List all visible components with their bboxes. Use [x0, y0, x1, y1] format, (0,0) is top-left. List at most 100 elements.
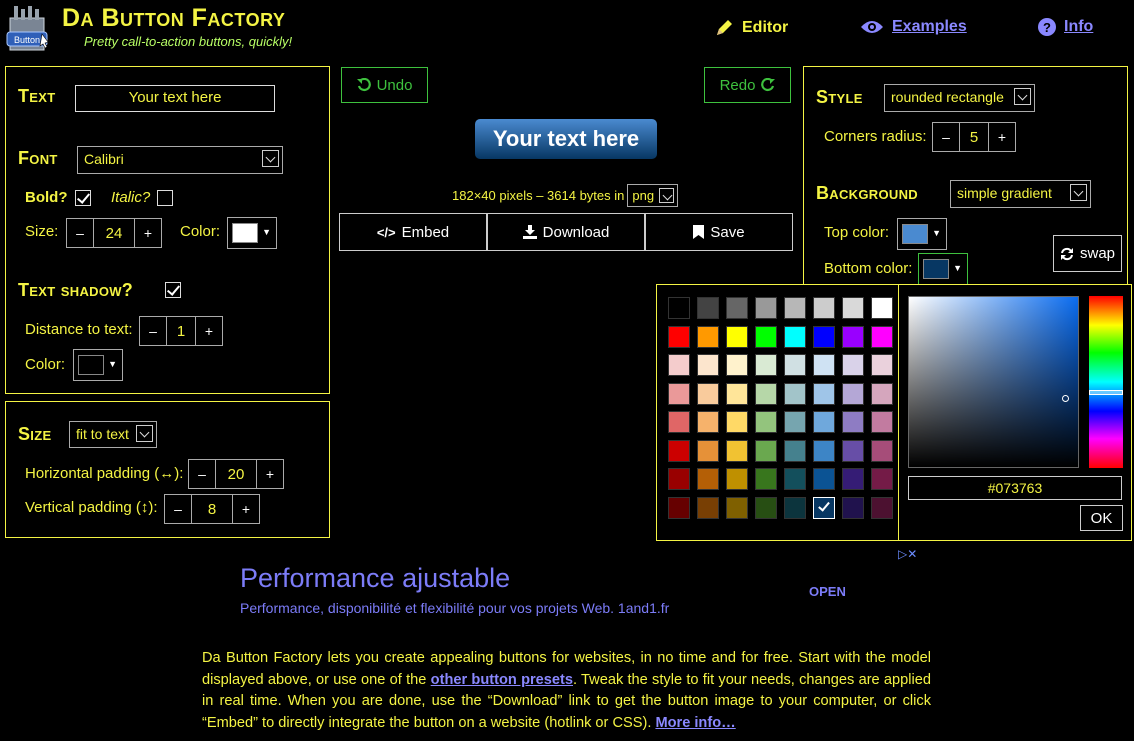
palette-swatch[interactable]: [668, 382, 690, 405]
ad-subtitle[interactable]: Performance, disponibilité et flexibilit…: [240, 600, 669, 616]
palette-swatch[interactable]: [755, 468, 777, 490]
palette-swatch[interactable]: [697, 382, 719, 405]
hpad-value[interactable]: 20: [215, 460, 257, 488]
palette-swatch[interactable]: [755, 496, 777, 519]
nav-info-label[interactable]: Info: [1064, 18, 1093, 36]
palette-swatch[interactable]: [813, 297, 835, 319]
format-select[interactable]: png: [627, 184, 679, 207]
top-color-picker[interactable]: ▼: [897, 218, 947, 250]
palette-swatch[interactable]: [755, 382, 777, 405]
palette-swatch[interactable]: [871, 382, 893, 405]
nav-editor[interactable]: Editor: [714, 18, 788, 38]
palette-swatch[interactable]: [726, 382, 748, 405]
more-info-link[interactable]: More info…: [655, 715, 735, 731]
palette-swatch[interactable]: [784, 439, 806, 462]
undo-button[interactable]: Undo: [341, 67, 428, 103]
increment-button[interactable]: +: [196, 317, 222, 345]
palette-swatch[interactable]: [784, 411, 806, 433]
palette-swatch[interactable]: [784, 468, 806, 490]
palette-swatch[interactable]: [871, 354, 893, 376]
palette-swatch[interactable]: [842, 297, 864, 319]
palette-swatch[interactable]: [697, 325, 719, 348]
palette-swatch[interactable]: [813, 496, 835, 519]
swap-button[interactable]: swap: [1053, 235, 1122, 272]
increment-button[interactable]: +: [257, 460, 283, 488]
palette-swatch[interactable]: [697, 496, 719, 519]
nav-info[interactable]: ? Info: [1038, 18, 1093, 36]
palette-swatch[interactable]: [697, 468, 719, 490]
logo[interactable]: Button: [6, 4, 56, 52]
palette-swatch[interactable]: [697, 439, 719, 462]
increment-button[interactable]: +: [989, 123, 1015, 151]
ok-button[interactable]: OK: [1080, 505, 1123, 531]
redo-button[interactable]: Redo: [704, 67, 791, 103]
palette-swatch[interactable]: [726, 468, 748, 490]
palette-swatch[interactable]: [871, 297, 893, 319]
palette-swatch[interactable]: [842, 325, 864, 348]
palette-swatch[interactable]: [842, 411, 864, 433]
button-text-input[interactable]: Your text here: [75, 85, 275, 112]
palette-swatch[interactable]: [726, 439, 748, 462]
sv-cursor[interactable]: [1062, 395, 1069, 402]
palette-swatch[interactable]: [871, 468, 893, 490]
palette-swatch[interactable]: [784, 354, 806, 376]
palette-swatch[interactable]: [755, 297, 777, 319]
palette-swatch[interactable]: [813, 411, 835, 433]
hue-slider[interactable]: [1089, 296, 1123, 468]
palette-swatch[interactable]: [842, 439, 864, 462]
palette-swatch[interactable]: [668, 325, 690, 348]
palette-swatch[interactable]: [668, 297, 690, 319]
bottom-color-picker[interactable]: ▼: [918, 253, 968, 285]
palette-swatch[interactable]: [871, 411, 893, 433]
palette-swatch[interactable]: [813, 354, 835, 376]
palette-swatch[interactable]: [784, 297, 806, 319]
palette-swatch[interactable]: [668, 496, 690, 519]
palette-swatch[interactable]: [755, 439, 777, 462]
palette-swatch[interactable]: [726, 325, 748, 348]
increment-button[interactable]: +: [135, 219, 161, 247]
hpad-stepper[interactable]: – 20 +: [188, 459, 284, 489]
palette-swatch[interactable]: [813, 468, 835, 490]
palette-swatch[interactable]: [784, 382, 806, 405]
palette-swatch[interactable]: [726, 354, 748, 376]
ad-open-button[interactable]: OPEN: [809, 584, 846, 599]
decrement-button[interactable]: –: [67, 219, 93, 247]
nav-examples[interactable]: Examples: [860, 18, 967, 36]
ad-choices-icon[interactable]: ▷✕: [898, 547, 917, 561]
palette-swatch[interactable]: [726, 496, 748, 519]
shadow-checkbox[interactable]: [165, 282, 181, 298]
palette-swatch[interactable]: [813, 439, 835, 462]
shadow-distance-value[interactable]: 1: [166, 317, 196, 345]
ad-title[interactable]: Performance ajustable: [240, 563, 510, 594]
download-button[interactable]: Download: [487, 213, 645, 251]
font-select[interactable]: Calibri: [77, 146, 283, 174]
hue-slider-handle[interactable]: [1089, 390, 1123, 395]
vpad-value[interactable]: 8: [191, 495, 233, 523]
shadow-color-picker[interactable]: ▼: [73, 349, 123, 381]
palette-swatch[interactable]: [668, 439, 690, 462]
palette-swatch[interactable]: [813, 382, 835, 405]
bold-checkbox[interactable]: [75, 190, 91, 206]
palette-swatch[interactable]: [871, 496, 893, 519]
decrement-button[interactable]: –: [933, 123, 959, 151]
decrement-button[interactable]: –: [189, 460, 215, 488]
size-mode-select[interactable]: fit to text: [69, 421, 157, 448]
save-button[interactable]: Save: [645, 213, 793, 251]
palette-swatch[interactable]: [755, 411, 777, 433]
presets-link[interactable]: other button presets: [431, 672, 573, 688]
palette-swatch[interactable]: [726, 297, 748, 319]
background-select[interactable]: simple gradient: [950, 180, 1091, 208]
saturation-value-area[interactable]: [908, 296, 1079, 468]
palette-swatch[interactable]: [668, 411, 690, 433]
shadow-distance-stepper[interactable]: – 1 +: [139, 316, 223, 346]
text-color-picker[interactable]: ▼: [227, 217, 277, 249]
font-size-stepper[interactable]: – 24 +: [66, 218, 162, 248]
decrement-button[interactable]: –: [140, 317, 166, 345]
palette-swatch[interactable]: [697, 297, 719, 319]
increment-button[interactable]: +: [233, 495, 259, 523]
palette-swatch[interactable]: [668, 354, 690, 376]
palette-swatch[interactable]: [726, 411, 748, 433]
palette-swatch[interactable]: [668, 468, 690, 490]
palette-swatch[interactable]: [697, 354, 719, 376]
palette-swatch[interactable]: [784, 325, 806, 348]
